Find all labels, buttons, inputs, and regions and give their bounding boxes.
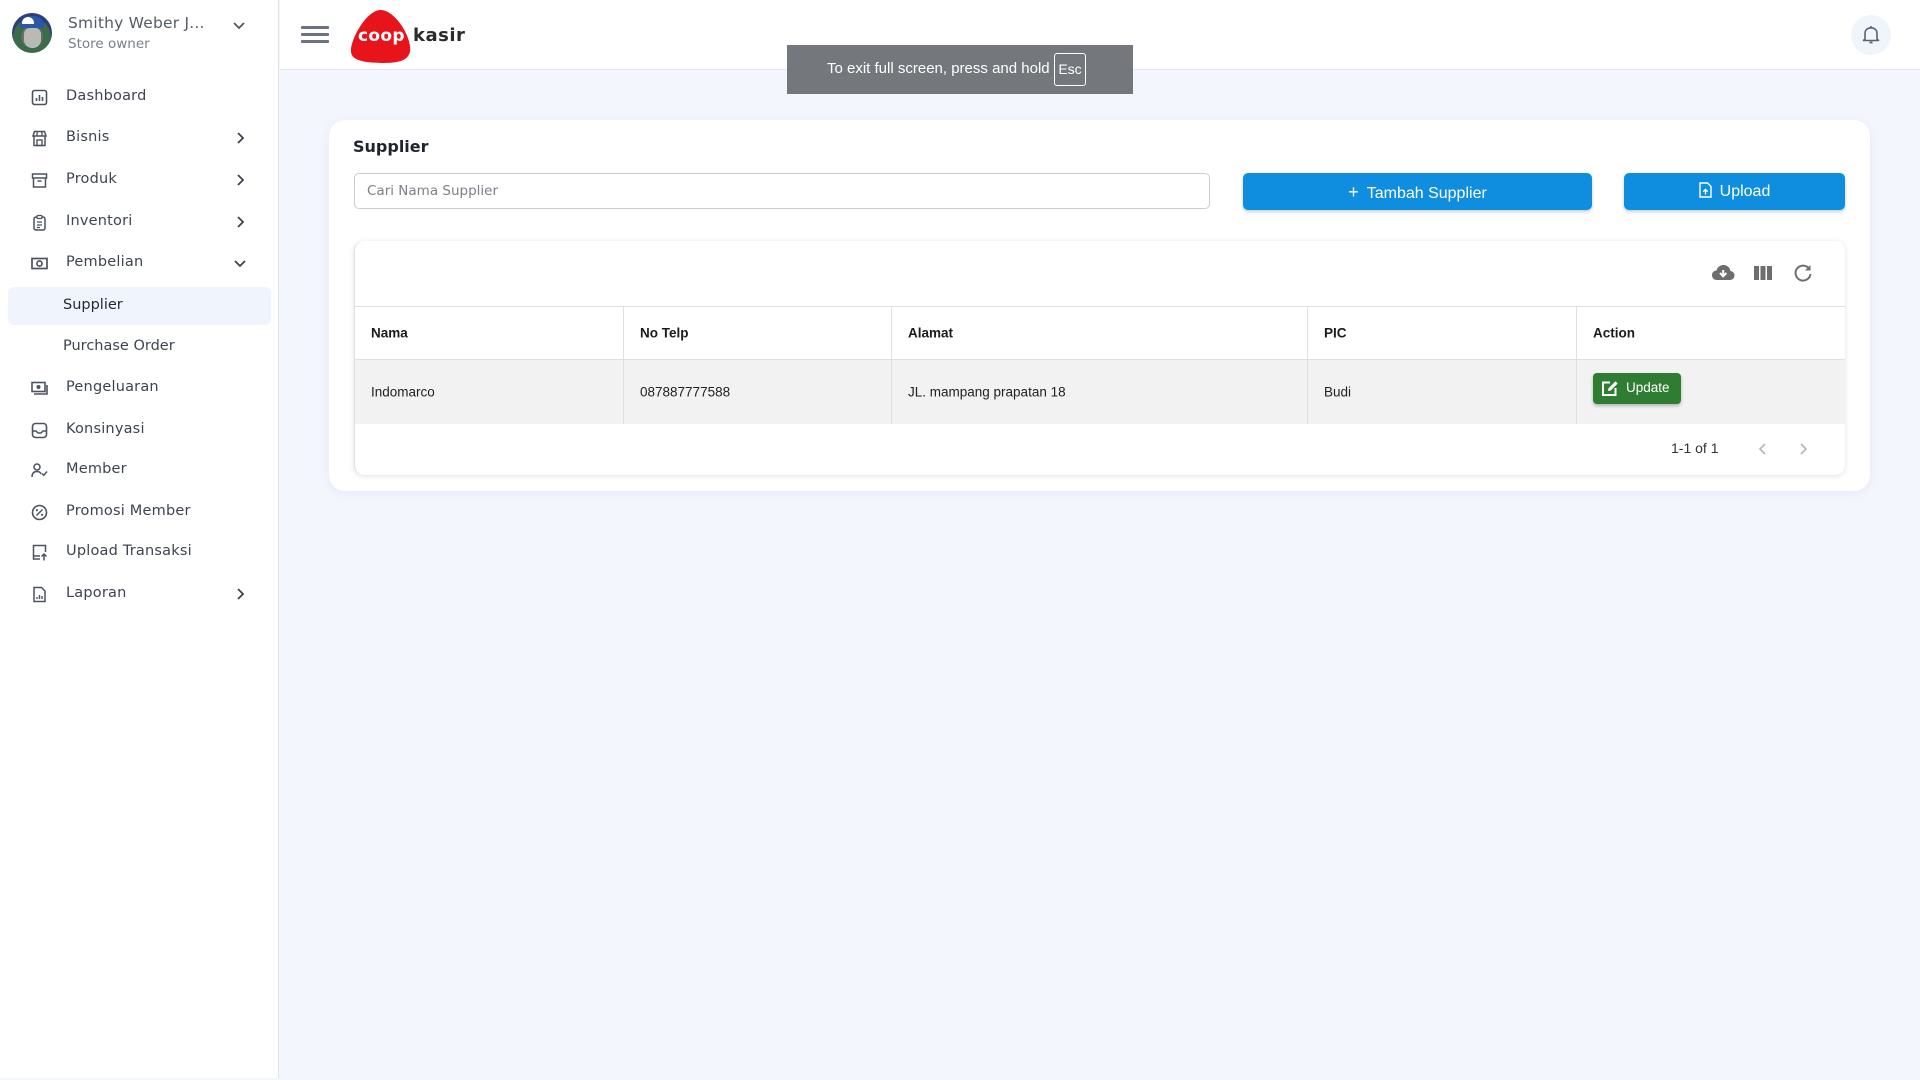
clipboard-icon <box>33 214 46 231</box>
user-check-icon <box>31 463 48 478</box>
chevron-down-icon[interactable] <box>231 17 247 33</box>
column-header-no-telp[interactable]: No Telp <box>624 307 892 359</box>
sidebar-item-label: Pengeluaran <box>66 379 159 395</box>
sidebar: Smithy Weber J... Store owner Dashboard … <box>0 0 279 1078</box>
cash-icon <box>31 257 48 270</box>
columns-icon[interactable] <box>1751 262 1775 284</box>
sidebar-item-konsinyasi[interactable]: Konsinyasi <box>0 412 279 448</box>
notification-button[interactable] <box>1851 15 1891 55</box>
update-label: Update <box>1626 380 1670 395</box>
add-supplier-label: Tambah Supplier <box>1366 185 1487 202</box>
cloud-download-icon[interactable] <box>1711 262 1735 284</box>
sidebar-subitem-label: Purchase Order <box>63 338 175 354</box>
update-button[interactable]: Update <box>1593 373 1681 404</box>
sidebar-item-upload-transaksi[interactable]: Upload Transaksi <box>0 534 279 570</box>
bell-icon <box>1862 26 1880 44</box>
supplier-card: Supplier + Tambah Supplier Upload Nama No… <box>329 120 1870 491</box>
sidebar-item-pengeluaran[interactable]: Pengeluaran <box>0 370 279 406</box>
cell-nama: Indomarco <box>355 360 624 424</box>
percent-badge-icon <box>31 504 48 521</box>
money-stack-icon <box>31 381 48 395</box>
user-role: Store owner <box>68 36 150 52</box>
chevron-left-icon[interactable] <box>1753 438 1773 460</box>
sidebar-item-label: Member <box>66 461 127 477</box>
cell-alamat: JL. mampang prapatan 18 <box>892 360 1308 424</box>
sidebar-item-pembelian[interactable]: Pembelian <box>0 245 279 281</box>
cell-pic: Budi <box>1308 360 1577 424</box>
column-header-alamat[interactable]: Alamat <box>892 307 1308 359</box>
supplier-table: Nama No Telp Alamat PIC Action Indomarco… <box>354 241 1845 475</box>
sidebar-item-label: Produk <box>66 171 117 187</box>
menu-icon[interactable] <box>301 25 329 45</box>
fullscreen-notice-text: To exit full screen, press and hold <box>827 60 1050 77</box>
sidebar-item-label: Bisnis <box>66 129 110 145</box>
column-header-action: Action <box>1593 325 1635 341</box>
report-icon <box>33 586 46 603</box>
sidebar-item-label: Konsinyasi <box>66 421 145 437</box>
sidebar-item-member[interactable]: Member <box>0 452 279 488</box>
sidebar-item-label: Inventori <box>66 213 133 229</box>
column-header-nama[interactable]: Nama <box>355 307 624 359</box>
sidebar-item-produk[interactable]: Produk <box>0 162 279 198</box>
pagination-info: 1-1 of 1 <box>1671 440 1719 456</box>
add-supplier-button[interactable]: + Tambah Supplier <box>1243 173 1592 210</box>
archive-box-icon <box>31 173 48 188</box>
sidebar-item-label: Upload Transaksi <box>66 543 192 559</box>
chevron-right-icon <box>237 588 245 600</box>
edit-icon <box>1602 381 1618 396</box>
chevron-right-icon <box>237 216 245 228</box>
logo-text-coop: coop <box>358 26 405 46</box>
sidebar-subitem-label: Supplier <box>63 297 123 313</box>
inbox-icon <box>31 422 48 439</box>
sidebar-item-inventori[interactable]: Inventori <box>0 204 279 240</box>
refresh-icon[interactable] <box>1791 262 1815 284</box>
sidebar-item-bisnis[interactable]: Bisnis <box>0 120 279 156</box>
logo[interactable]: coop kasir <box>350 6 470 64</box>
logo-text-kasir: kasir <box>413 25 466 46</box>
cell-action: Update <box>1577 360 1845 424</box>
store-icon <box>31 130 48 147</box>
sidebar-item-promosi-member[interactable]: Promosi Member <box>0 494 279 530</box>
chevron-right-icon <box>237 174 245 186</box>
chevron-right-icon[interactable] <box>1793 438 1813 460</box>
avatar[interactable] <box>12 13 52 53</box>
chart-icon <box>31 89 48 106</box>
chevron-right-icon <box>237 132 245 144</box>
page-title: Supplier <box>353 137 429 156</box>
upload-label: Upload <box>1719 183 1771 200</box>
upload-transaction-icon <box>32 544 48 561</box>
fullscreen-notice: To exit full screen, press and hold Esc <box>787 45 1133 94</box>
plus-icon: + <box>1348 182 1359 202</box>
sidebar-item-label: Dashboard <box>66 88 147 104</box>
chevron-down-icon <box>234 260 246 268</box>
sidebar-subitem-supplier[interactable]: Supplier <box>8 287 271 325</box>
column-header-pic[interactable]: PIC <box>1308 307 1577 359</box>
upload-button[interactable]: Upload <box>1624 173 1845 210</box>
table-row[interactable]: Indomarco 087887777588 JL. mampang prapa… <box>355 360 1845 424</box>
user-name[interactable]: Smithy Weber J... <box>68 14 205 32</box>
sidebar-item-dashboard[interactable]: Dashboard <box>0 79 279 115</box>
table-header-row: Nama No Telp Alamat PIC Action <box>355 306 1845 360</box>
cell-no-telp: 087887777588 <box>624 360 892 424</box>
sidebar-subitem-purchase-order[interactable]: Purchase Order <box>8 328 271 366</box>
search-input[interactable] <box>354 173 1210 209</box>
sidebar-item-label: Laporan <box>66 585 127 601</box>
sidebar-item-label: Pembelian <box>66 254 144 270</box>
sidebar-item-laporan[interactable]: Laporan <box>0 576 279 612</box>
file-upload-icon <box>1698 182 1712 198</box>
sidebar-item-label: Promosi Member <box>66 503 191 519</box>
esc-key-badge: Esc <box>1054 53 1086 86</box>
